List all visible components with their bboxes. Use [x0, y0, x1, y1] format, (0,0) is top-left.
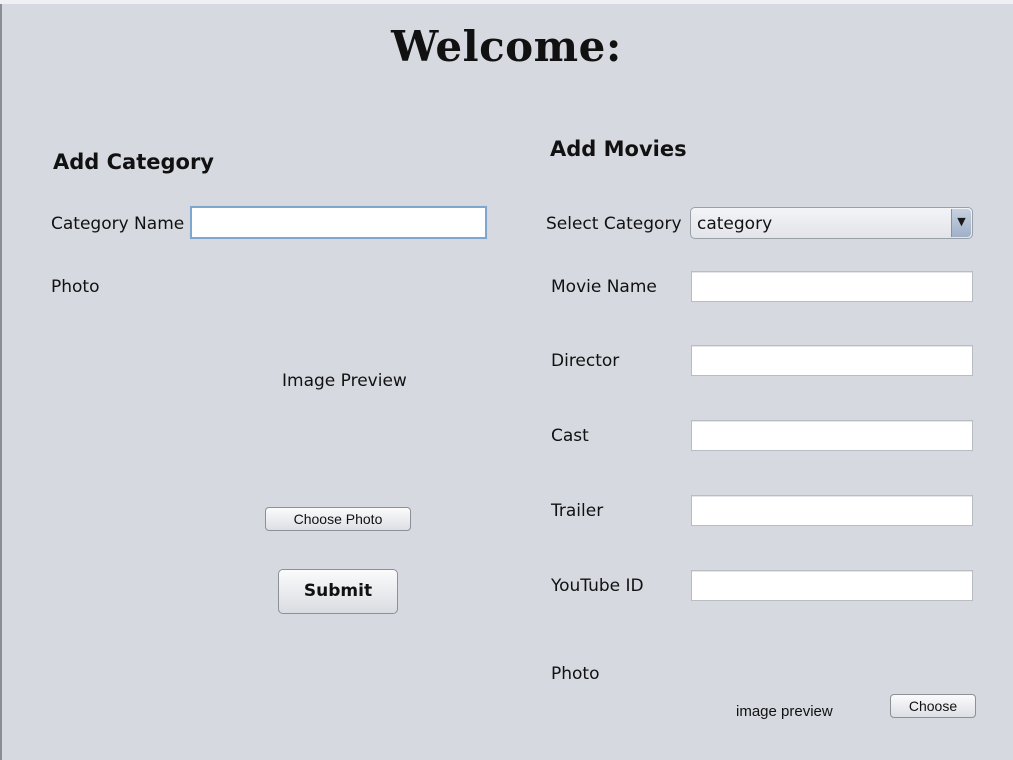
director-label: Director: [551, 351, 620, 371]
trailer-label: Trailer: [551, 501, 604, 521]
add-movies-heading: Add Movies: [550, 137, 687, 161]
window-left-edge: [0, 4, 2, 760]
add-category-heading: Add Category: [53, 150, 214, 174]
window-top-edge: [0, 0, 1013, 4]
trailer-input[interactable]: [691, 495, 973, 526]
category-select-value: category: [697, 214, 773, 234]
select-category-label: Select Category: [546, 214, 682, 234]
director-input[interactable]: [691, 345, 973, 376]
chevron-down-icon[interactable]: ▼: [951, 209, 971, 237]
welcome-title: Welcome:: [391, 22, 622, 71]
category-image-preview: Image Preview: [282, 371, 407, 391]
movie-photo-label: Photo: [551, 664, 600, 684]
category-name-input[interactable]: [190, 206, 487, 239]
movie-name-label: Movie Name: [551, 277, 657, 297]
submit-button[interactable]: Submit: [278, 569, 398, 614]
choose-movie-photo-button[interactable]: Choose: [890, 694, 976, 718]
category-select[interactable]: category ▼: [690, 207, 973, 239]
category-name-label: Category Name: [51, 214, 185, 234]
movie-name-input[interactable]: [691, 271, 973, 302]
choose-photo-button[interactable]: Choose Photo: [265, 507, 411, 531]
category-photo-label: Photo: [51, 277, 100, 297]
cast-label: Cast: [551, 426, 589, 446]
cast-input[interactable]: [691, 420, 973, 451]
youtube-id-label: YouTube ID: [551, 576, 644, 596]
movie-image-preview: image preview: [736, 703, 833, 720]
youtube-id-input[interactable]: [691, 570, 973, 601]
